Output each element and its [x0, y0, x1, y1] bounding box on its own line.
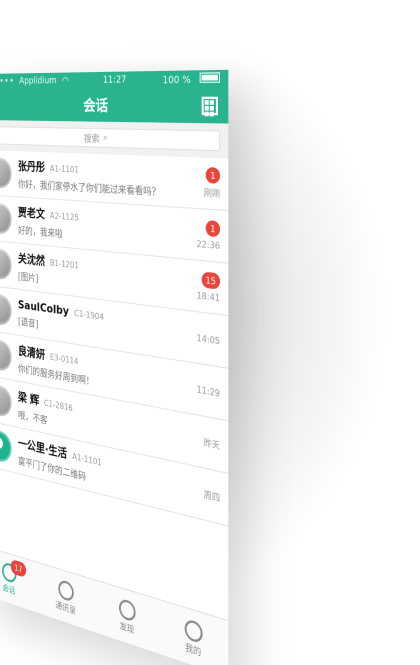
chat-right: 周四	[180, 482, 220, 504]
contact-name: 关沈然	[18, 250, 45, 269]
tab-label: 发现	[119, 619, 134, 636]
signal-dots-icon: •••••	[0, 77, 14, 87]
qr-code-module	[205, 106, 209, 111]
wifi-icon: ◠	[62, 75, 69, 87]
avatar	[0, 248, 12, 281]
message-time: 22:36	[197, 239, 220, 251]
battery-text: 100 %	[163, 75, 191, 87]
chat-right: 昨天	[180, 431, 220, 452]
phone-screen: ••••• Applidium ◠ 11:27 100 % 会话 搜索 ⌕ 张丹…	[0, 70, 228, 665]
chat-right: 11:29	[180, 381, 220, 398]
qr-code-module	[205, 112, 209, 117]
avatar	[0, 428, 12, 464]
message-time: 周四	[204, 488, 220, 505]
chat-right: 1 刚刚	[180, 166, 220, 200]
chat-list: 张丹彤 A1-1101 你好，我们家停水了你们能过来看看吗？ 1 刚刚 贾老文 …	[0, 150, 228, 527]
tab-contacts[interactable]: 通讯录	[40, 566, 93, 630]
message-time: 18:41	[197, 290, 220, 303]
unit-code: C1-1904	[74, 308, 104, 322]
qr-code-module	[210, 100, 214, 105]
unit-code: A1-1101	[72, 451, 102, 467]
chat-meta: 贾老文 A2-1125 好的，我来啦	[18, 204, 180, 252]
tab-label: 我的	[185, 640, 201, 658]
avatar	[0, 293, 12, 327]
qr-code-module	[205, 100, 209, 105]
bottom-tab-bar: 会话 17 通讯录 发现 我的	[0, 545, 228, 665]
qr-code-icon[interactable]	[202, 97, 218, 116]
tab-me[interactable]: 我的	[163, 603, 225, 665]
contact-name: 梁 辉	[18, 388, 39, 409]
tab-chats[interactable]: 会话 17	[0, 549, 34, 610]
status-bar: ••••• Applidium ◠ 11:27 100 %	[0, 70, 228, 90]
chat-right: 14:05	[180, 330, 220, 346]
battery-area: 100 %	[163, 72, 220, 86]
qr-code-module	[210, 112, 214, 117]
avatar	[0, 157, 12, 189]
status-time: 11:27	[103, 75, 127, 86]
chat-right: 15 18:41	[180, 269, 220, 303]
unread-badge: 15	[201, 271, 220, 289]
unread-badge: 1	[206, 220, 220, 237]
contact-name: 良清妍	[18, 342, 45, 363]
tab-discover[interactable]: 发现	[99, 584, 156, 651]
battery-icon	[200, 72, 220, 83]
status-bar-left: ••••• Applidium ◠	[0, 75, 69, 87]
contact-name: 张丹彤	[18, 157, 45, 175]
carrier-name: Applidium	[19, 76, 56, 87]
message-time: 昨天	[204, 436, 220, 452]
page-title: 会话	[83, 95, 108, 117]
unit-code: E3-0114	[50, 352, 78, 366]
contacts-icon	[58, 578, 73, 602]
unit-code: A2-1125	[50, 211, 79, 223]
message-time: 11:29	[197, 384, 220, 398]
message-time: 14:05	[197, 332, 220, 346]
qr-code-module	[210, 106, 214, 111]
tab-label: 通讯录	[55, 598, 75, 616]
message-time: 刚刚	[204, 187, 220, 201]
avatar	[0, 202, 12, 234]
search-icon: ⌕	[103, 133, 108, 144]
unread-badge: 1	[206, 167, 220, 184]
avatar	[0, 383, 12, 418]
avatar	[0, 338, 12, 372]
search-input[interactable]: 搜索 ⌕	[0, 126, 220, 151]
unit-code: A1-1101	[50, 164, 79, 175]
unit-code: B1-1201	[50, 258, 79, 271]
chat-right: 1 22:36	[180, 218, 220, 251]
header-bar: 会话	[0, 88, 228, 123]
chat-meta: 张丹彤 A1-1101 你好，我们家停水了你们能过来看看吗？	[18, 157, 180, 200]
unit-code: C1-2816	[44, 398, 73, 413]
profile-icon	[184, 617, 202, 643]
tab-label: 会话	[3, 581, 16, 596]
stage: ••••• Applidium ◠ 11:27 100 % 会话 搜索 ⌕ 张丹…	[0, 0, 420, 601]
search-placeholder: 搜索	[84, 131, 100, 145]
contact-name: 贾老文	[18, 204, 45, 223]
